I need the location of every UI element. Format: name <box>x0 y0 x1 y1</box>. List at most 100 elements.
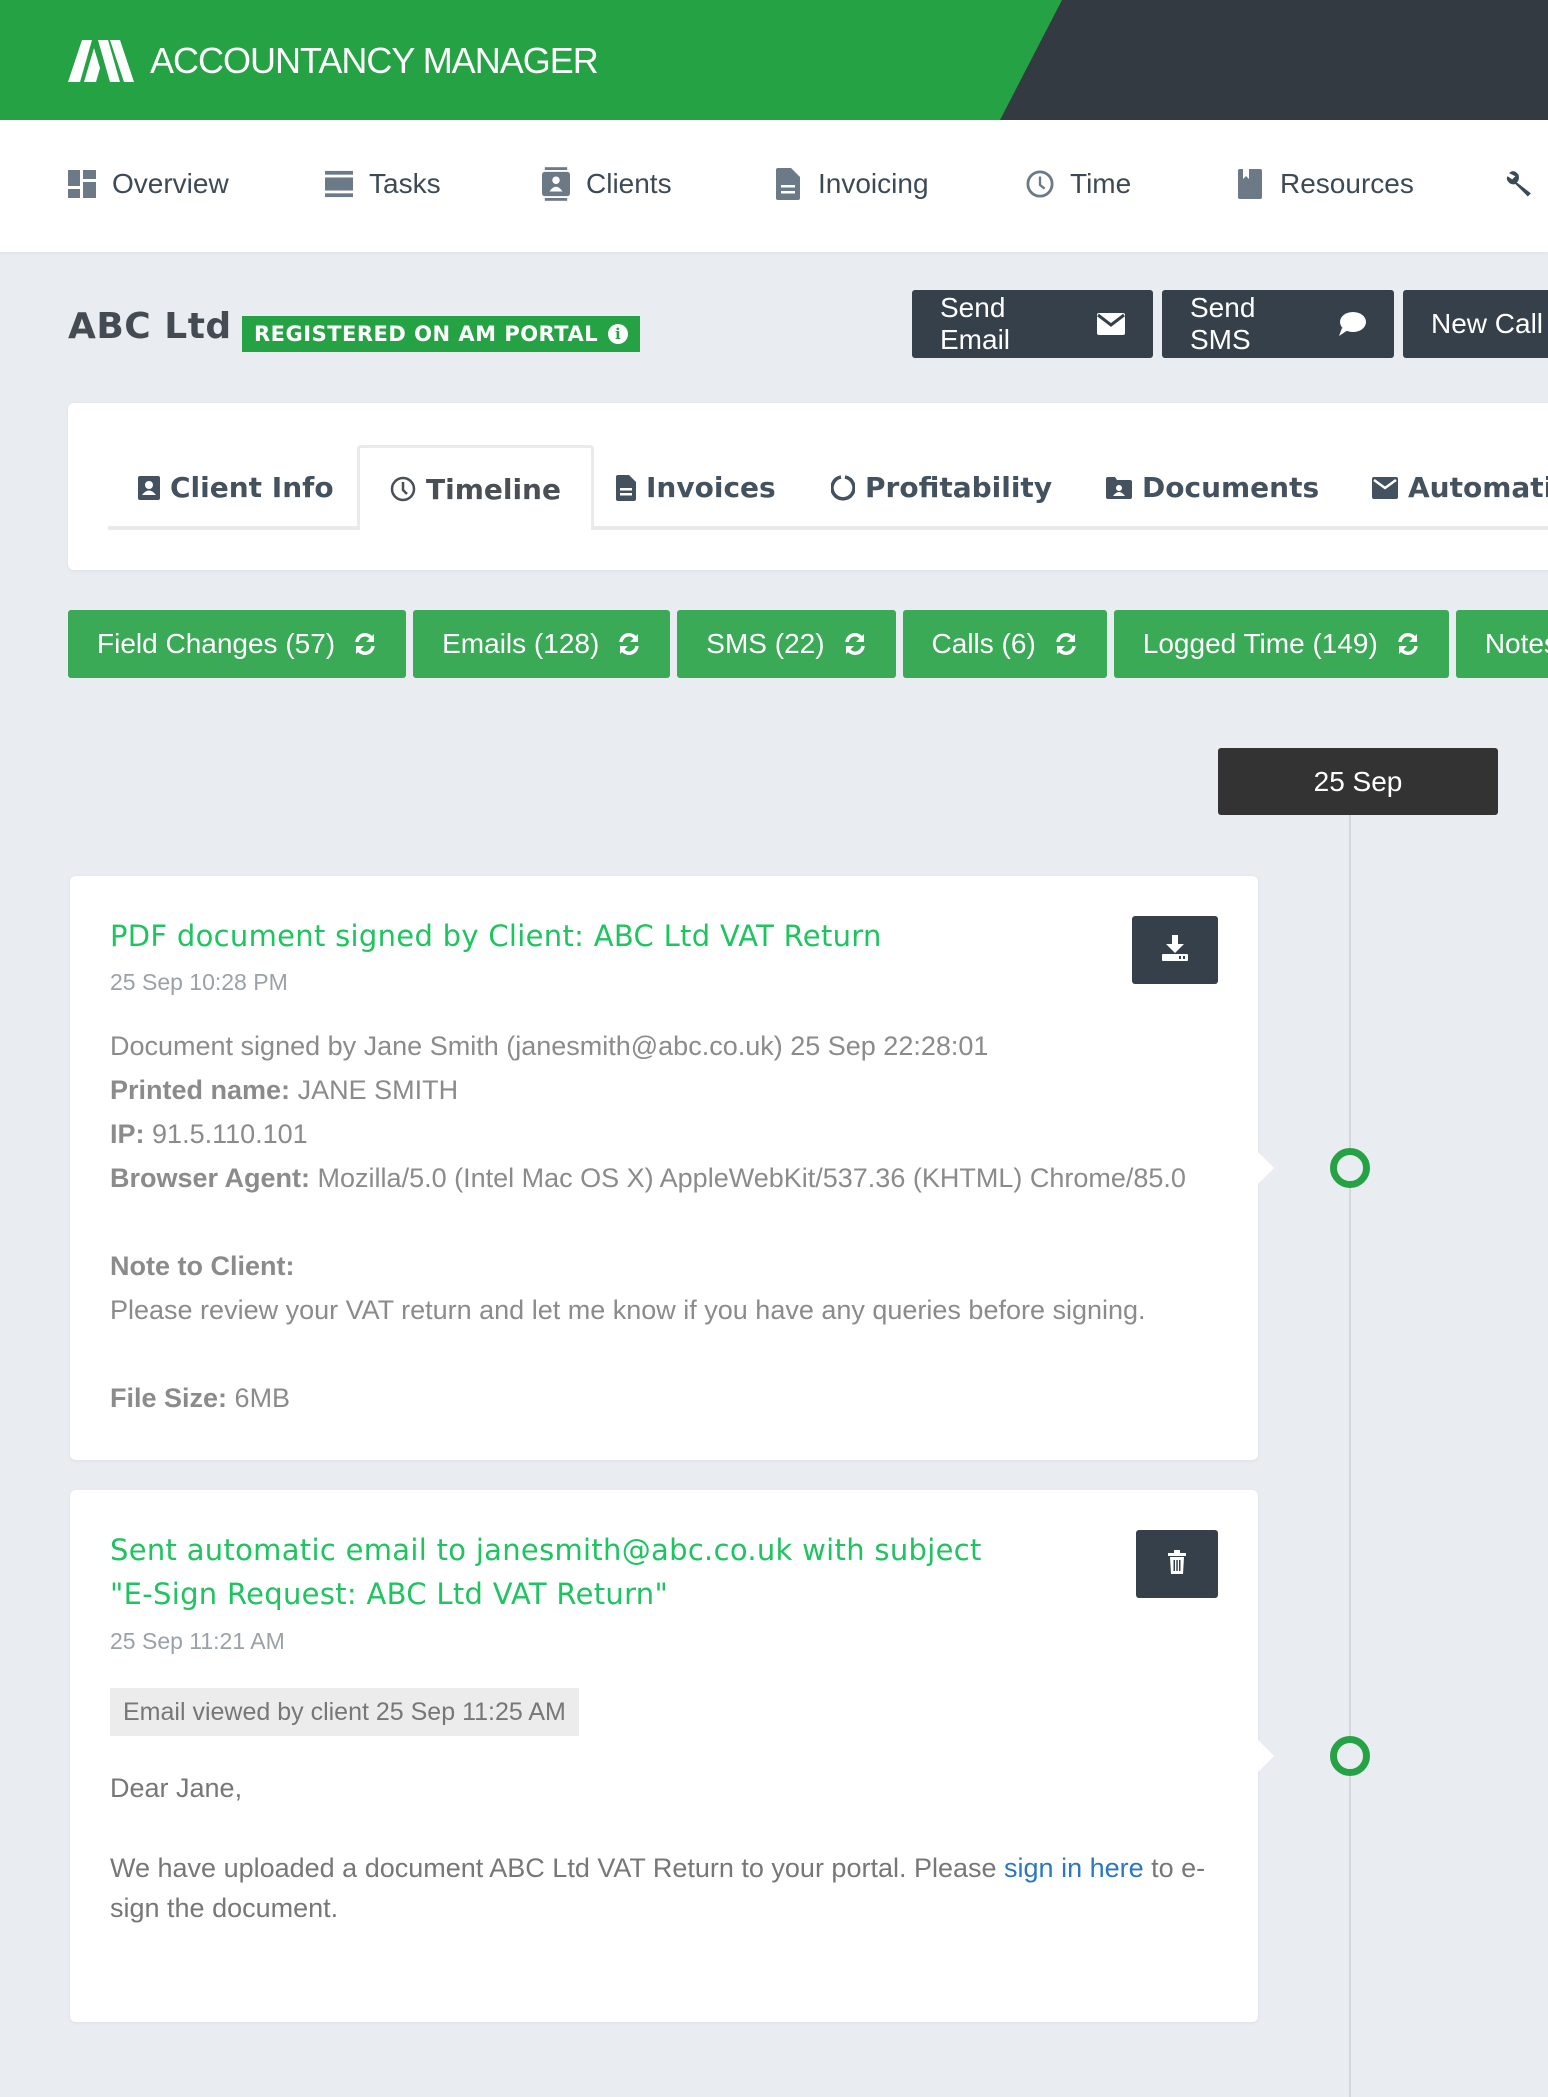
filter-calls[interactable]: Calls (6) <box>902 610 1107 678</box>
nav-item-time[interactable]: Time <box>1026 168 1131 200</box>
filter-label: Logged Time (149) <box>1142 628 1378 659</box>
tasks-list-icon <box>325 168 353 200</box>
timeline-filters: Field Changes (57) Emails (128) SMS (22)… <box>68 610 1548 678</box>
envelope-icon <box>1097 313 1125 335</box>
timeline-event-document-signed: PDF document signed by Client: ABC Ltd V… <box>70 876 1274 1460</box>
tab-label: Documents <box>1142 471 1320 504</box>
document-icon <box>616 474 636 501</box>
nav-label: Clients <box>586 168 672 199</box>
clock-icon <box>1026 168 1054 200</box>
event-date: 25 Sep 10:28 PM <box>110 969 288 995</box>
nav-item-overview[interactable]: Overview <box>68 168 229 200</box>
filter-notes[interactable]: Notes <box>1455 610 1548 678</box>
main-nav: Overview Tasks Clients Invoicing Time Re… <box>0 120 1548 252</box>
speech-bubble-icon <box>1338 312 1366 336</box>
browser-agent-row: Browser Agent: Mozilla/5.0 (Intel Mac OS… <box>110 1156 1186 1200</box>
tab-invoices[interactable]: Invoices <box>616 445 776 530</box>
top-header: ACCOUNTANCY MANAGER <box>0 0 1548 120</box>
tab-client-info[interactable]: Client Info <box>138 445 334 530</box>
filter-logged-time[interactable]: Logged Time (149) <box>1113 610 1449 678</box>
tab-label: Automatic <box>1408 471 1548 504</box>
event-title: Sent automatic email to janesmith@abc.co… <box>110 1528 982 1616</box>
filter-sms[interactable]: SMS (22) <box>677 610 896 678</box>
contact-card-icon <box>138 475 160 500</box>
file-size-value: 6MB <box>234 1383 291 1413</box>
note-label: Note to Client: <box>110 1251 295 1281</box>
send-email-label: Send Email <box>940 292 1011 355</box>
tab-label: Profitability <box>865 471 1053 504</box>
ip-value: 91.5.110.101 <box>152 1119 308 1149</box>
portal-status-badge[interactable]: REGISTERED ON AM PORTAL i <box>242 316 641 352</box>
filter-field-changes[interactable]: Field Changes (57) <box>68 610 407 678</box>
refresh-icon <box>617 632 641 656</box>
envelope-icon <box>1372 476 1398 499</box>
timeline-axis <box>1349 760 1351 2097</box>
delete-button[interactable] <box>1136 1530 1218 1598</box>
new-call-label: New Call <box>1431 308 1544 339</box>
event-title-line2: "E-Sign Request: ABC Ltd VAT Return" <box>110 1577 669 1611</box>
tab-timeline[interactable]: Timeline <box>357 445 594 534</box>
tab-label: Client Info <box>170 471 334 504</box>
clock-icon <box>390 476 416 502</box>
refresh-icon <box>1054 632 1078 656</box>
event-title: PDF document signed by Client: ABC Ltd V… <box>110 919 882 953</box>
filter-label: SMS (22) <box>706 628 825 659</box>
document-icon <box>774 168 802 200</box>
tab-automatic[interactable]: Automatic <box>1372 445 1548 530</box>
book-icon <box>1236 168 1264 200</box>
browser-agent-label: Browser Agent: <box>110 1163 311 1193</box>
event-title-line1: Sent automatic email to janesmith@abc.co… <box>110 1533 982 1567</box>
timeline-date-label: 25 Sep <box>1218 748 1498 815</box>
printed-name-label: Printed name: <box>110 1075 291 1105</box>
filter-label: Emails (128) <box>442 628 600 659</box>
timeline-marker <box>1330 1736 1370 1776</box>
email-body-text: We have uploaded a document ABC Ltd VAT … <box>110 1853 1005 1883</box>
nav-label: Resources <box>1280 168 1414 199</box>
dashboard-icon <box>68 168 96 200</box>
filter-label: Calls (6) <box>931 628 1036 659</box>
client-name: ABC Ltd <box>68 306 232 347</box>
folder-user-icon <box>1106 476 1132 499</box>
refresh-icon <box>353 632 377 656</box>
spinner-icon <box>831 474 855 501</box>
download-button[interactable] <box>1132 916 1218 984</box>
printed-name-row: Printed name: JANE SMITH <box>110 1068 1186 1112</box>
send-sms-label: Send SMS <box>1190 292 1256 355</box>
note-to-client: Note to Client: Please review your VAT r… <box>110 1244 1146 1332</box>
new-call-button[interactable]: New Call <box>1403 290 1548 358</box>
timeline-marker <box>1330 1148 1370 1188</box>
trash-icon <box>1168 1549 1186 1579</box>
email-viewed-badge: Email viewed by client 25 Sep 11:25 AM <box>110 1688 579 1736</box>
sign-in-link[interactable]: sign in here <box>1004 1853 1144 1883</box>
send-email-button[interactable]: Send Email <box>912 290 1153 358</box>
wrench-icon <box>1506 168 1534 200</box>
tab-documents[interactable]: Documents <box>1106 445 1319 530</box>
filter-emails[interactable]: Emails (128) <box>413 610 671 678</box>
nav-item-invoicing[interactable]: Invoicing <box>774 168 929 200</box>
nav-item-tasks[interactable]: Tasks <box>325 168 441 200</box>
filter-label: Notes <box>1484 628 1548 659</box>
logo-text: ACCOUNTANCY MANAGER <box>150 40 599 81</box>
refresh-icon <box>843 632 867 656</box>
email-greeting: Dear Jane, <box>110 1773 243 1803</box>
file-size-row: File Size: 6MB <box>110 1376 290 1420</box>
printed-name-value: JANE SMITH <box>297 1075 459 1105</box>
signed-line: Document signed by Jane Smith (janesmith… <box>110 1031 989 1061</box>
app-logo[interactable]: ACCOUNTANCY MANAGER <box>68 40 599 82</box>
send-sms-button[interactable]: Send SMS <box>1162 290 1394 358</box>
nav-item-clients[interactable]: Clients <box>542 167 672 201</box>
info-icon[interactable]: i <box>608 324 629 344</box>
email-body: We have uploaded a document ABC Ltd VAT … <box>110 1848 1230 1928</box>
nav-label: Overview <box>112 168 229 199</box>
nav-label: Time <box>1070 168 1132 199</box>
event-date: 25 Sep 11:21 AM <box>110 1628 285 1654</box>
tab-profitability[interactable]: Profitability <box>831 445 1052 530</box>
tab-label: Timeline <box>426 472 561 506</box>
file-size-label: File Size: <box>110 1383 228 1413</box>
tab-label: Invoices <box>646 471 776 504</box>
nav-item-resources[interactable]: Resources <box>1236 168 1414 200</box>
refresh-icon <box>1396 632 1420 656</box>
ip-label: IP: <box>110 1119 145 1149</box>
nav-item-settings[interactable] <box>1506 168 1548 200</box>
download-icon <box>1161 934 1189 966</box>
